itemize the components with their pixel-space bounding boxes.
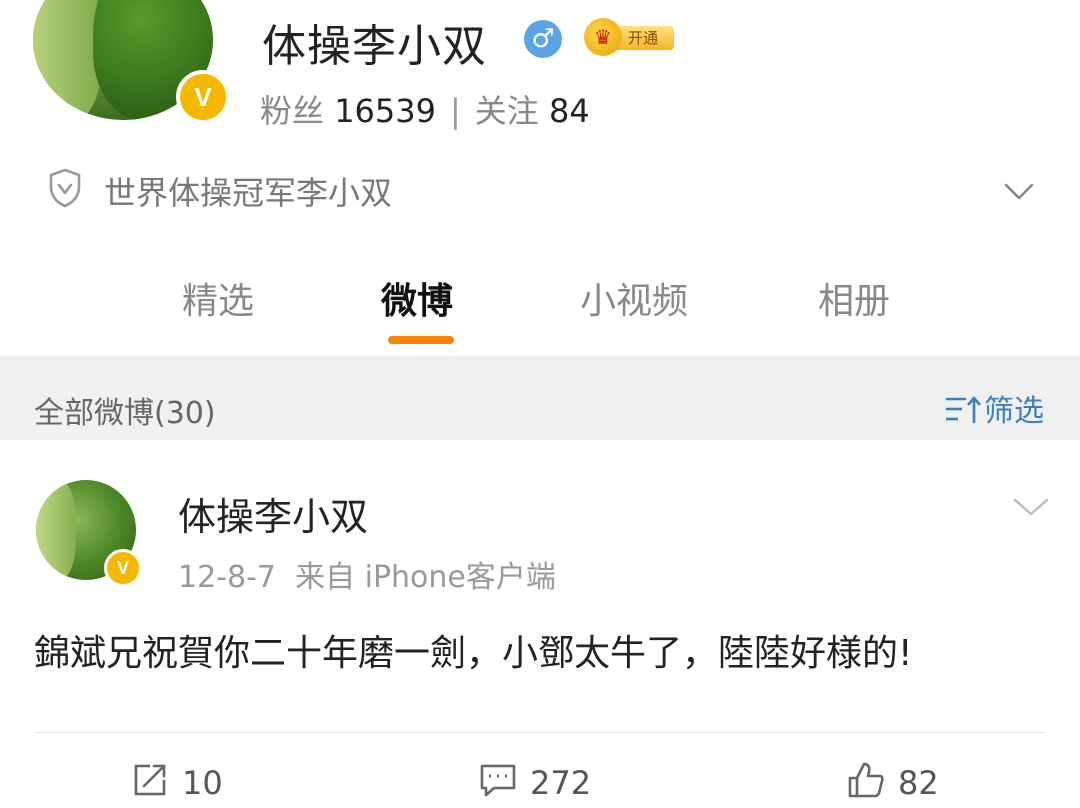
fans-count: 16539	[334, 92, 436, 130]
fans-link[interactable]: 粉丝 16539	[260, 92, 436, 130]
filter-label: 筛选	[984, 394, 1044, 429]
following-count: 84	[548, 92, 590, 130]
post-verified-badge: V	[104, 549, 142, 587]
repost-count: 10	[182, 764, 223, 802]
profile-stats: 粉丝 16539 | 关注 84	[260, 86, 590, 132]
tab-weibo[interactable]: 微博	[381, 272, 453, 324]
verified-badge: V	[176, 70, 230, 124]
comment-icon	[478, 760, 518, 800]
repost-button[interactable]: 10	[130, 760, 223, 802]
post-source: 来自 iPhone客户端	[295, 560, 556, 595]
gender-male-icon: ♂	[524, 20, 562, 58]
verification-text: 世界体操冠军李小双	[104, 174, 393, 212]
shield-icon	[48, 168, 82, 208]
like-icon	[846, 760, 886, 800]
all-posts-count: 全部微博(30)	[34, 396, 216, 431]
chevron-down-icon[interactable]	[1004, 176, 1034, 206]
comment-count: 272	[530, 764, 592, 802]
post-text: 錦斌兄祝賀你二十年磨一劍，小鄧太牛了，陸陸好様的!	[34, 633, 913, 674]
stats-separator: |	[449, 92, 461, 130]
filter-button[interactable]: 筛选	[944, 386, 1044, 430]
crown-icon: ♛	[584, 18, 622, 56]
post-meta: 12-8-7 来自 iPhone客户端	[178, 552, 556, 596]
post-avatar-image	[36, 480, 76, 580]
comment-button[interactable]: 272	[478, 760, 591, 802]
post-divider	[34, 732, 1046, 733]
filter-icon	[944, 395, 984, 425]
following-link[interactable]: 关注 84	[475, 92, 590, 130]
vip-open-badge[interactable]: 开通 ♛	[584, 18, 676, 56]
tab-album[interactable]: 相册	[818, 272, 890, 324]
post-author-name[interactable]: 体操李小双	[178, 486, 368, 541]
fans-label: 粉丝	[260, 92, 325, 130]
post-date: 12-8-7	[178, 560, 276, 595]
like-button[interactable]: 82	[846, 760, 939, 802]
tab-featured[interactable]: 精选	[182, 272, 254, 324]
like-count: 82	[898, 764, 939, 802]
following-label: 关注	[474, 92, 539, 130]
active-tab-indicator	[388, 336, 454, 344]
tab-short-video[interactable]: 小视频	[580, 272, 688, 324]
repost-icon	[130, 760, 170, 800]
profile-name: 体操李小双	[262, 21, 487, 72]
verification-row	[48, 168, 82, 208]
post-menu-chevron-icon[interactable]	[1012, 492, 1050, 522]
